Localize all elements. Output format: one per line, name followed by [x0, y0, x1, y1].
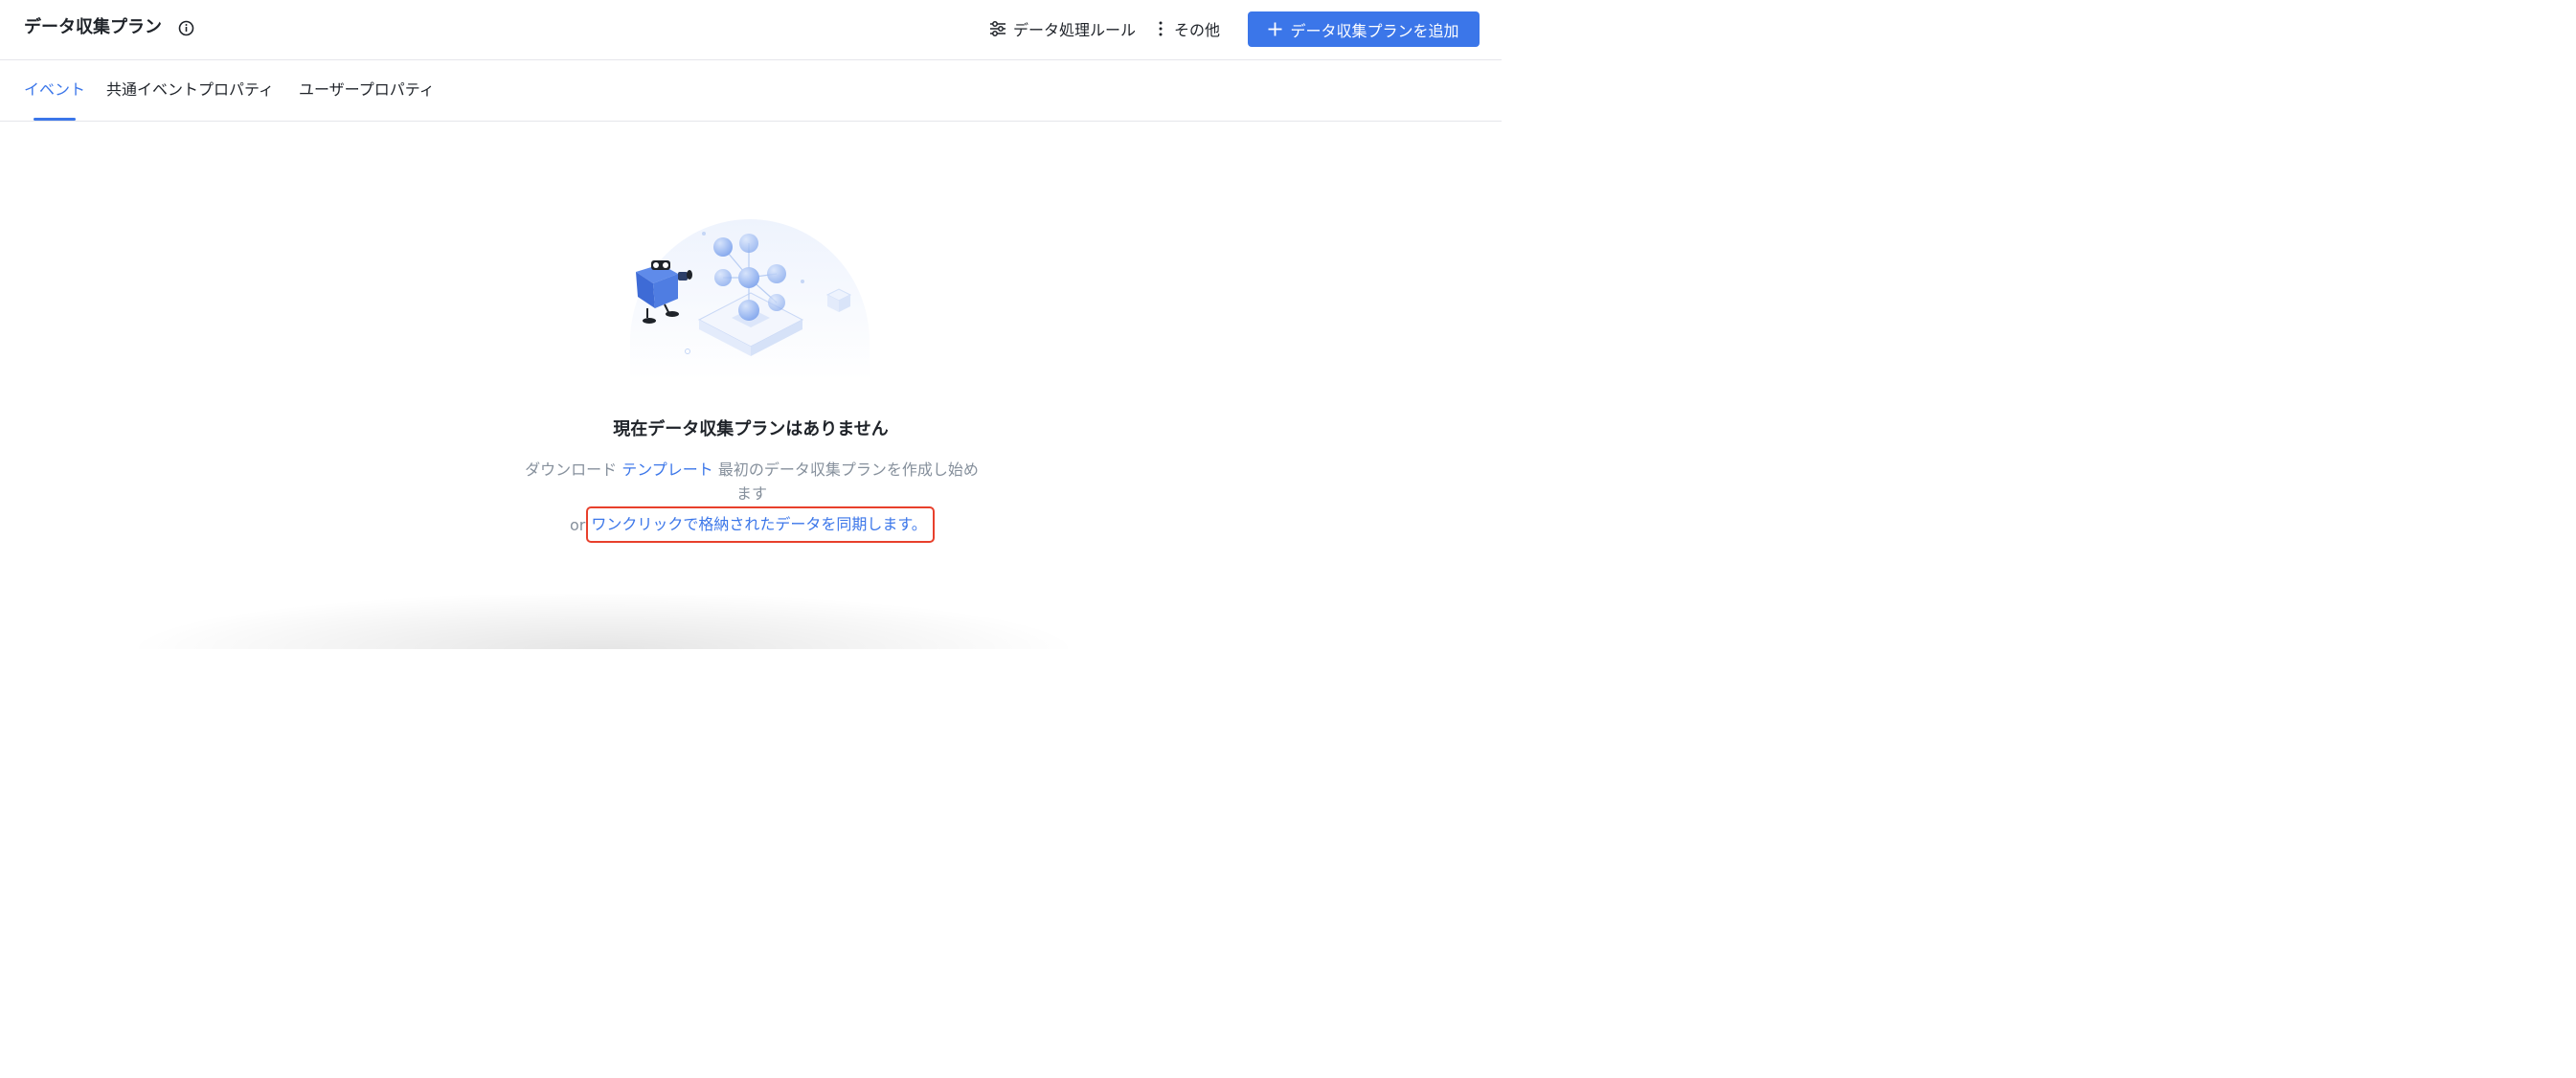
page-title: データ収集プラン: [24, 17, 162, 37]
vertical-dots-icon: [1159, 21, 1163, 36]
more-menu-label: その他: [1174, 21, 1221, 39]
empty-state-desc-suffix: 最初のデータ収集プランを作成し始めます: [717, 460, 979, 503]
bottom-panel-shadow: [124, 592, 1082, 649]
page-header: データ収集プラン データ処理ルール その他 データ収集プランを追加: [0, 0, 1502, 60]
more-menu-button[interactable]: その他: [1159, 14, 1220, 43]
template-download-link[interactable]: テンプレート: [621, 460, 713, 479]
empty-state-desc-prefix: ダウンロード: [525, 460, 618, 479]
sync-line: or ワンクリックで格納されたデータを同期します。: [570, 506, 935, 544]
info-circle-icon[interactable]: [178, 20, 194, 36]
plus-icon: [1268, 22, 1282, 36]
active-tab-indicator: [34, 118, 76, 121]
add-collection-plan-button[interactable]: データ収集プランを追加: [1248, 11, 1480, 47]
add-collection-plan-label: データ収集プランを追加: [1290, 21, 1459, 40]
one-click-sync-link[interactable]: ワンクリックで格納されたデータを同期します。: [586, 506, 935, 543]
tab-user-properties[interactable]: ユーザープロパティ: [299, 79, 435, 101]
empty-state-description: ダウンロード テンプレート 最初のデータ収集プランを作成し始めます: [525, 458, 979, 505]
or-label: or: [570, 516, 586, 534]
empty-state-title: 現在データ収集プランはありません: [613, 419, 889, 439]
empty-state-illustration: [630, 219, 870, 380]
tab-bar: イベント 共通イベントプロパティ ユーザープロパティ: [0, 60, 1502, 122]
sliders-icon: [990, 21, 1006, 36]
data-processing-rules-label: データ処理ルール: [1013, 21, 1137, 39]
data-processing-rules-button[interactable]: データ処理ルール: [989, 14, 1136, 43]
tab-common-event-properties[interactable]: 共通イベントプロパティ: [106, 79, 274, 101]
tab-events[interactable]: イベント: [24, 79, 85, 101]
